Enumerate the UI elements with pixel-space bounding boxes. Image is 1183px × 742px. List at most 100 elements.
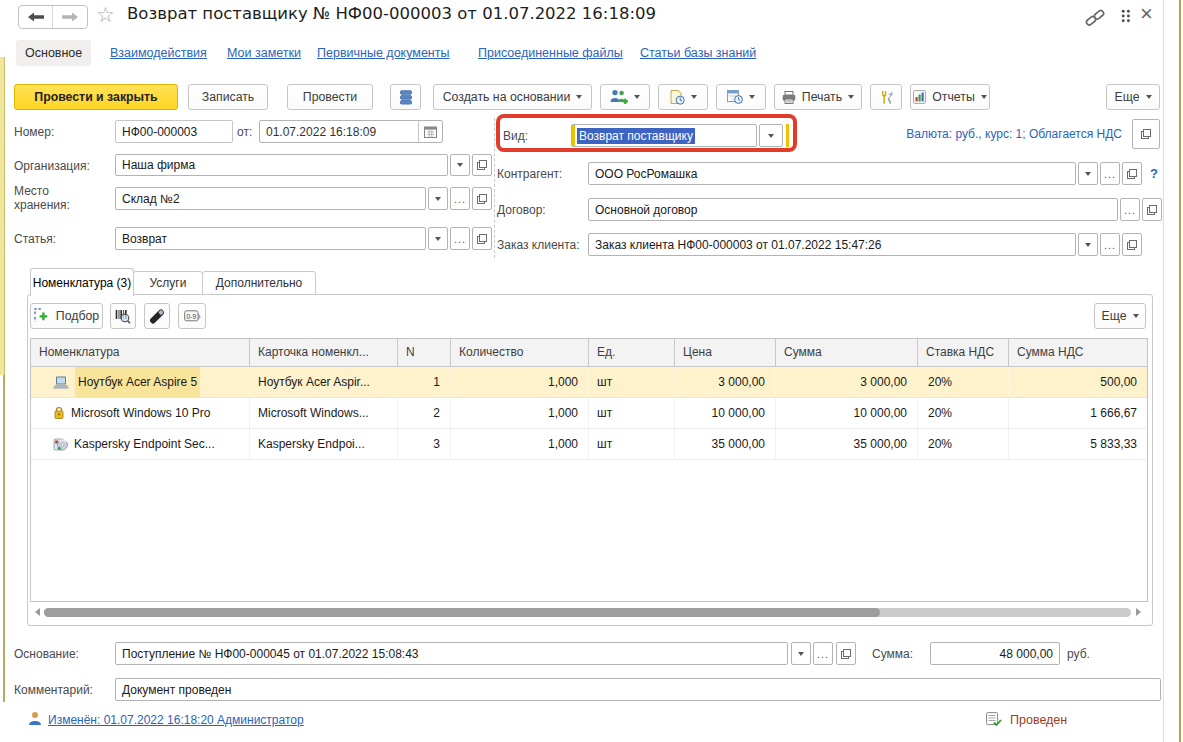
basis-dropdown-button[interactable] [791,642,811,665]
currency-info-link[interactable]: Валюта: руб., курс: 1; Облагается НДС [906,127,1122,141]
favorite-star-icon[interactable]: ☆ [96,3,115,27]
close-icon[interactable]: × [1140,1,1153,27]
service-tools-button[interactable] [870,84,902,110]
warehouse-list-button[interactable]: ... [450,187,470,210]
column-header[interactable]: Ставка НДС [918,339,1009,366]
contract-open-button[interactable] [1142,198,1162,221]
date-input[interactable]: 01.07.2022 16:18:09 [260,121,418,142]
table-more-button[interactable]: Еще [1094,303,1146,329]
create-based-on-button[interactable]: Создать на основании [433,84,592,110]
left-scrollbar-track[interactable] [3,375,5,702]
sum-input[interactable]: 48 000,00 [930,642,1060,665]
more-actions-button[interactable]: Еще [1106,84,1160,110]
kind-dropdown-button[interactable] [759,124,783,147]
document-tasks-button[interactable] [658,84,708,110]
post-button[interactable]: Провести [287,84,373,110]
column-header[interactable]: Ед. [589,339,675,366]
tab-attached-files[interactable]: Присоединенные файлы [478,46,623,60]
warehouse-open-button[interactable] [472,187,492,210]
tab-services[interactable]: Услуги [133,271,203,295]
counterparty-list-button[interactable]: ... [1100,162,1120,185]
calendar-button[interactable] [418,121,442,142]
organization-input[interactable]: Наша фирма [115,154,448,176]
customer-order-dropdown-button[interactable] [1078,233,1098,256]
basis-input[interactable]: Поступление № НФ00-000045 от 01.07.2022 … [115,642,788,665]
basis-open-button[interactable] [836,642,856,665]
customer-order-input[interactable]: Заказ клиента НФ00-000003 от 01.07.2022 … [588,233,1076,256]
warehouse-dropdown-button[interactable] [428,187,448,210]
post-and-close-button[interactable]: Провести и закрыть [14,84,178,110]
laptop-icon [53,376,69,389]
number-input[interactable]: НФ00-000003 [115,120,233,143]
customer-order-list-button[interactable]: ... [1100,233,1120,256]
column-header[interactable]: Сумма НДС [1009,339,1147,366]
warehouse-input[interactable]: Склад №2 [115,187,426,210]
customer-order-open-button[interactable] [1122,233,1142,256]
currency-open-button[interactable] [1132,119,1160,149]
organization-dropdown-button[interactable] [450,154,470,176]
more-menu-icon[interactable] [1121,9,1131,23]
article-dropdown-button[interactable] [428,227,448,250]
kind-input[interactable]: Возврат поставщику [571,124,757,147]
left-scrollbar-thumb[interactable] [0,57,5,375]
counterparty-dropdown-button[interactable] [1078,162,1098,185]
save-button[interactable]: Записать [188,84,268,110]
tab-main[interactable]: Основное [16,40,91,66]
article-label: Статья: [14,232,56,246]
article-open-button[interactable] [472,227,492,250]
counterparty-actions-button[interactable] [600,84,650,110]
table-row[interactable]: Ноутбук Acer Aspire 5 Ноутбук Acer Aspir… [31,367,1147,398]
scanner-button[interactable] [144,303,170,329]
tab-primary-documents[interactable]: Первичные документы [317,46,449,60]
comment-input[interactable]: Документ проведен [115,678,1161,701]
dropdown-arrow-icon [691,95,697,99]
price-checker-button[interactable]: 0-9 [178,303,206,329]
scroll-right-arrow[interactable] [1136,608,1141,616]
article-input[interactable]: Возврат [115,227,426,250]
item-name[interactable]: Microsoft Windows 10 Pro [71,398,210,428]
modified-link[interactable]: Изменён: 01.07.2022 16:18:20 Администрат… [48,713,304,727]
article-list-button[interactable]: ... [450,227,470,250]
modified-marker [786,124,789,147]
table-row[interactable]: Kaspersky Endpoint Sec... Kaspersky Endp… [31,429,1147,460]
item-name[interactable]: Kaspersky Endpoint Sec... [74,429,215,459]
table-header[interactable]: Номенклатура Карточка номенкл... N Колич… [31,339,1147,367]
counterparty-open-button[interactable] [1122,162,1142,185]
contract-list-button[interactable]: ... [1120,198,1140,221]
column-header[interactable]: Сумма [776,339,918,366]
table-row[interactable]: Microsoft Windows 10 Pro Microsoft Windo… [31,398,1147,429]
dropdown-arrow-icon [1085,172,1091,176]
contract-input[interactable]: Основной договор [588,198,1118,221]
scroll-left-arrow[interactable] [35,608,40,616]
counterparty-input[interactable]: ООО РосРомашка [588,162,1076,185]
column-header[interactable]: Цена [675,339,776,366]
schedule-button[interactable] [716,84,766,110]
basis-label: Основание: [14,647,79,661]
tab-knowledge-base[interactable]: Статьи базы знаний [640,46,756,60]
column-header[interactable]: N [398,339,451,366]
print-button[interactable]: Печать [774,84,862,110]
forward-button[interactable] [53,6,87,28]
column-header[interactable]: Номенклатура [31,339,250,366]
reports-button[interactable]: Отчеты [910,84,990,110]
counterparty-label: Контрагент: [497,167,562,181]
horizontal-scrollbar-thumb[interactable] [44,608,880,617]
pick-items-button[interactable]: Подбор [30,303,103,329]
tab-interactions[interactable]: Взаимодействия [110,46,207,60]
column-header[interactable]: Карточка номенкл... [250,339,398,366]
tab-my-notes[interactable]: Мои заметки [227,46,301,60]
help-link[interactable]: ? [1150,166,1158,181]
barcode-scan-button[interactable] [110,303,136,329]
organization-open-button[interactable] [472,154,492,176]
item-name[interactable]: Ноутбук Acer Aspire 5 [75,367,200,397]
tab-nomenclature[interactable]: Номенклатура (3) [30,268,134,296]
column-header[interactable]: Количество [451,339,589,366]
document-movements-button[interactable] [390,84,421,110]
basis-list-button[interactable]: ... [813,642,833,665]
ellipsis-icon: ... [817,650,829,658]
customer-order-label: Заказ клиента: [497,238,580,252]
back-button[interactable] [19,6,53,28]
link-icon[interactable] [1085,8,1105,27]
tab-additional[interactable]: Дополнительно [202,271,316,295]
dropdown-arrow-icon [848,95,854,99]
